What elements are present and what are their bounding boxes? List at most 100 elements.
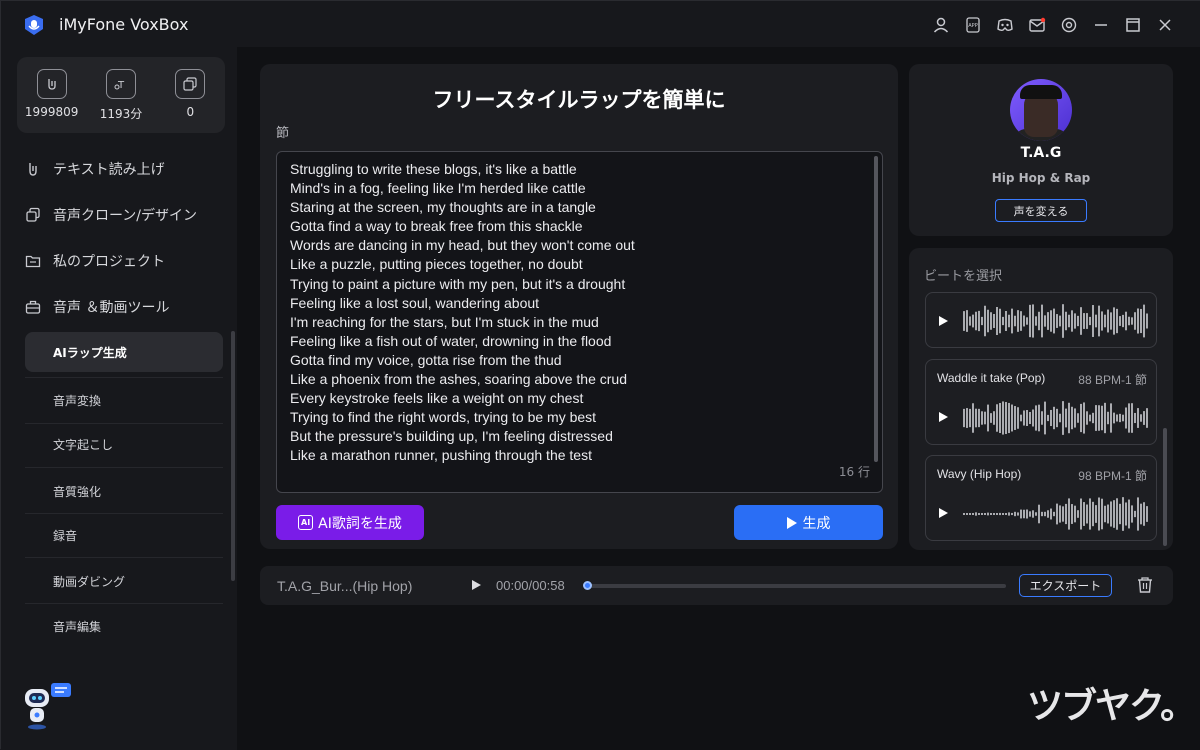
section-label: 節 (276, 126, 290, 141)
sidebar-subitem-transcription[interactable]: 文字起こし (25, 424, 223, 464)
play-icon[interactable] (939, 316, 948, 326)
chatbot-assistant-icon[interactable] (19, 681, 73, 731)
sidebar-subitem-edit[interactable]: 音声編集 (25, 606, 223, 646)
audio-player: T.A.G_Bur...(Hip Hop) 00:00/00:58 エクスポート (260, 566, 1173, 605)
discord-icon[interactable] (989, 11, 1021, 39)
beat-select-label: ビートを選択 (924, 269, 1003, 284)
lyrics-text[interactable]: Struggling to write these blogs, it's li… (290, 160, 860, 466)
voice-name: T.A.G (1020, 145, 1062, 161)
divider (25, 513, 223, 514)
beat-name: Wavy (Hip Hop) (937, 467, 1022, 481)
svg-text:APP: APP (968, 23, 977, 29)
sidebar-item-label: 私のプロジェクト (53, 254, 165, 270)
app-title: iMyFone VoxBox (59, 15, 189, 34)
sidebar-subitem-enhance[interactable]: 音質強化 (25, 471, 223, 511)
sidebar-subitem-label: 音声変換 (53, 393, 102, 408)
sidebar-item-tools[interactable]: 音声 ＆動画ツール (23, 289, 169, 325)
lyrics-textarea[interactable]: Struggling to write these blogs, it's li… (276, 151, 883, 493)
sidebar-subitem-voice-change[interactable]: 音声変換 (25, 380, 223, 420)
voice-profile-panel: T.A.G Hip Hop & Rap 声を変える (909, 64, 1173, 236)
page-title: フリースタイルラップを簡単に (432, 88, 726, 112)
playback-time: 00:00/00:58 (496, 578, 565, 593)
title-bar: iMyFone VoxBox APP (1, 1, 1200, 47)
progress-track[interactable] (586, 584, 1006, 588)
progress-handle[interactable] (583, 581, 592, 590)
divider (25, 557, 223, 558)
close-icon[interactable] (1149, 11, 1181, 39)
beat-bpm: 98 BPM-1 節 (1078, 469, 1147, 483)
sidebar-item-projects[interactable]: 私のプロジェクト (23, 243, 165, 279)
avatar (1010, 79, 1072, 141)
beat-bpm: 88 BPM-1 節 (1078, 373, 1147, 387)
stat-characters: 1999809 (22, 69, 82, 133)
sidebar-item-label: テキスト読み上げ (53, 162, 165, 178)
sidebar-subitem-label: 音質強化 (53, 484, 102, 499)
waveform-icon (963, 497, 1148, 531)
divider (25, 467, 223, 468)
line-count: 16 行 (838, 465, 870, 479)
waveform-icon (963, 304, 1148, 338)
beat-list-scrollbar[interactable] (1163, 428, 1167, 546)
ai-icon: AI (298, 515, 314, 530)
sidebar-subitem-label: 文字起こし (53, 437, 114, 452)
play-icon[interactable] (939, 412, 948, 422)
usage-stats: 1999809 T 1193分 0 (17, 57, 225, 133)
stat-minutes: T 1193分 (91, 69, 151, 133)
sidebar-item-label: 音声クローン/デザイン (53, 208, 198, 224)
settings-icon[interactable] (1053, 11, 1085, 39)
watermark: ツブヤク。 (1027, 686, 1196, 727)
app-download-icon[interactable]: APP (957, 11, 989, 39)
mail-icon[interactable] (1021, 11, 1053, 39)
beat-card[interactable]: Waddle it take (Pop) 88 BPM-1 節 (925, 359, 1157, 445)
title-bar-actions: APP (925, 11, 1181, 39)
app-window: iMyFone VoxBox APP 1999809 T 1193分 0 テキス… (0, 0, 1200, 750)
trash-icon[interactable] (1136, 576, 1154, 594)
stat-value: 1193分 (99, 107, 143, 121)
voxbox-logo-icon (25, 15, 43, 35)
sidebar-item-label: 音声 ＆動画ツール (53, 300, 170, 316)
sidebar-subitem-record[interactable]: 録音 (25, 515, 223, 555)
time-icon: T (105, 69, 136, 99)
ai-lyrics-label: AI歌詞を生成 (318, 515, 402, 532)
sidebar-subitem-label: 録音 (53, 528, 78, 543)
voice-genre: Hip Hop & Rap (991, 171, 1091, 185)
generate-button[interactable]: 生成 (734, 505, 883, 540)
play-icon (786, 516, 797, 529)
beat-card[interactable]: Wavy (Hip Hop) 98 BPM-1 節 (925, 455, 1157, 541)
clone-icon (23, 205, 43, 225)
waveform-icon (963, 401, 1148, 435)
sidebar-subitem-label: 音声編集 (53, 619, 102, 634)
sidebar-subitem-dubbing[interactable]: 動画ダビング (25, 561, 223, 601)
sidebar-subitem-ai-rap[interactable]: AIラップ生成 (25, 332, 223, 372)
divider (25, 377, 223, 378)
sidebar-item-tts[interactable]: テキスト読み上げ (23, 151, 165, 187)
ai-lyrics-button[interactable]: AI AI歌詞を生成 (276, 505, 424, 540)
play-icon[interactable] (472, 580, 481, 590)
export-button[interactable]: エクスポート (1019, 574, 1112, 597)
generate-label: 生成 (802, 515, 831, 532)
voice-wave-icon (23, 159, 43, 179)
minimize-icon[interactable] (1085, 11, 1117, 39)
toolbox-icon (23, 297, 43, 317)
folder-icon (23, 251, 43, 271)
sidebar-scrollbar[interactable] (231, 331, 235, 581)
beat-card[interactable] (925, 292, 1157, 348)
maximize-icon[interactable] (1117, 11, 1149, 39)
play-icon[interactable] (939, 508, 948, 518)
change-voice-button[interactable]: 声を変える (995, 199, 1087, 222)
sidebar-item-voice-clone[interactable]: 音声クローン/デザイン (23, 197, 197, 233)
account-icon[interactable] (925, 11, 957, 39)
sidebar-subitem-label: 動画ダビング (53, 574, 126, 589)
voice-char-icon (36, 69, 67, 99)
lyrics-editor-panel: フリースタイルラップを簡単に 節 Struggling to write the… (260, 64, 898, 549)
lyrics-scrollbar[interactable] (874, 156, 878, 462)
beat-name: Waddle it take (Pop) (937, 371, 1046, 385)
beat-select-panel: ビートを選択 Waddle it take (Pop) 88 BPM-1 節 W… (909, 248, 1173, 550)
sidebar-subitem-label: AIラップ生成 (53, 345, 127, 360)
stat-clones: 0 (160, 69, 220, 133)
clone-icon (175, 69, 206, 99)
stat-value: 1999809 (24, 105, 79, 119)
stat-value: 0 (186, 105, 195, 119)
divider (25, 603, 223, 604)
audio-file-name: T.A.G_Bur...(Hip Hop) (277, 578, 413, 594)
